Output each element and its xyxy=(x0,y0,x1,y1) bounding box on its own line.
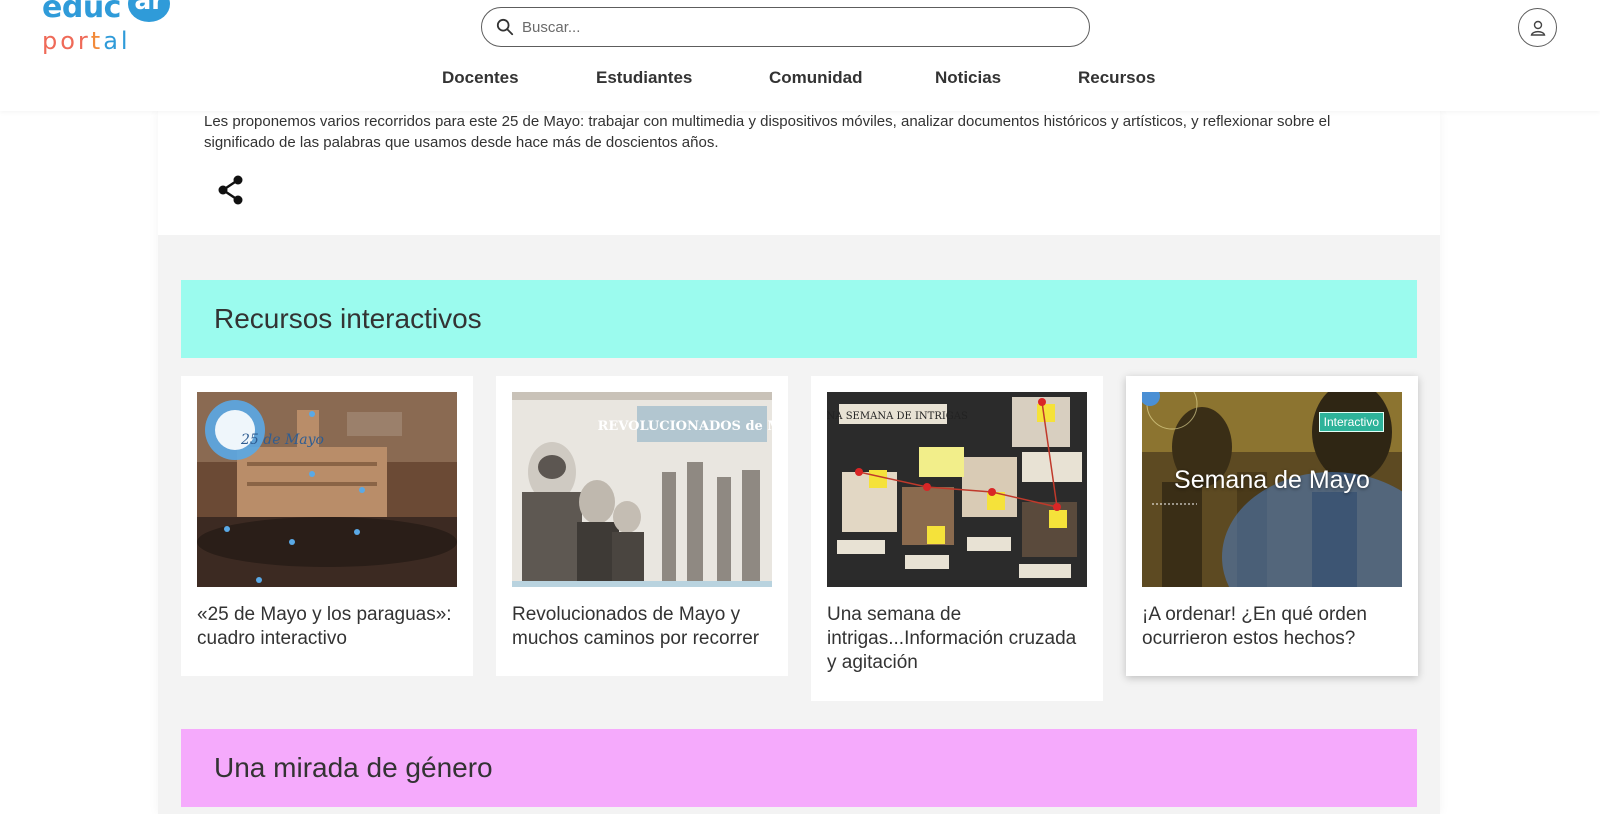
card-thumbnail[interactable]: 25 de Mayo xyxy=(197,392,457,587)
nav-item-noticias[interactable]: Noticias xyxy=(935,68,1001,88)
card-title[interactable]: Una semana de intrigas...Información cru… xyxy=(827,603,1089,675)
resource-card[interactable]: Interactivo Semana de Mayo ¡A ordenar! ¿… xyxy=(1126,376,1418,676)
card-title[interactable]: ¡A ordenar! ¿En qué orden ocurrieron est… xyxy=(1142,603,1404,651)
logo-word-portal: portal xyxy=(42,27,131,55)
intro-text: Les proponemos varios recorridos para es… xyxy=(204,113,1331,151)
revolucionados-illustration-image: REVOLUCIONADOS de Mayo xyxy=(512,392,772,587)
search-input[interactable] xyxy=(522,18,1062,36)
thumb-text: 25 de Mayo xyxy=(240,432,324,448)
section-title: Una mirada de género xyxy=(214,752,493,783)
educar-portal-logo[interactable]: educ ar portal xyxy=(42,0,172,58)
search-bar[interactable] xyxy=(481,7,1090,47)
thumb-text: REVOLUCIONADOS de Mayo xyxy=(598,419,772,434)
interactive-badge: Interactivo xyxy=(1318,412,1384,432)
cabildo-painting-image: 25 de Mayo xyxy=(197,392,457,587)
thumb-text: UNA SEMANA DE INTRIGAS xyxy=(827,411,968,422)
user-icon xyxy=(1530,20,1545,36)
logo-portal-part-c: al xyxy=(103,27,131,55)
nav-item-comunidad[interactable]: Comunidad xyxy=(769,68,863,88)
content-container: Les proponemos varios recorridos para es… xyxy=(158,111,1440,814)
search-icon xyxy=(496,18,514,36)
site-header: educ ar portal Docentes Estudiantes Comu… xyxy=(0,0,1600,111)
main-nav: Docentes Estudiantes Comunidad Noticias … xyxy=(0,68,1600,92)
logo-bubble-ar: ar xyxy=(128,0,170,22)
card-title[interactable]: «25 de Mayo y los paraguas»: cuadro inte… xyxy=(197,603,459,651)
section-header-recursos-interactivos: Recursos interactivos xyxy=(181,280,1417,358)
thumb-caption: Semana de Mayo xyxy=(1174,466,1370,494)
card-thumbnail[interactable]: REVOLUCIONADOS de Mayo xyxy=(512,392,772,587)
nav-item-estudiantes[interactable]: Estudiantes xyxy=(596,68,692,88)
card-thumbnail[interactable]: UNA SEMANA DE INTRIGAS xyxy=(827,392,1087,587)
resource-card[interactable]: REVOLUCIONADOS de Mayo Revolucionados de… xyxy=(496,376,788,676)
section-header-una-mirada-de-genero: Una mirada de género xyxy=(181,729,1417,807)
card-thumbnail[interactable]: Interactivo Semana de Mayo xyxy=(1142,392,1402,587)
card-title[interactable]: Revolucionados de Mayo y muchos caminos … xyxy=(512,603,774,651)
intrigas-board-image: UNA SEMANA DE INTRIGAS xyxy=(827,392,1087,587)
nav-item-docentes[interactable]: Docentes xyxy=(442,68,519,88)
logo-word-educ: educ xyxy=(42,0,121,25)
intro-block: Les proponemos varios recorridos para es… xyxy=(158,111,1440,235)
logo-portal-part-b: t xyxy=(90,27,104,55)
resource-card[interactable]: UNA SEMANA DE INTRIGAS Una semana de int… xyxy=(811,376,1103,701)
section-title: Recursos interactivos xyxy=(214,303,482,334)
resource-card[interactable]: 25 de Mayo «25 de Mayo y los paraguas»: … xyxy=(181,376,473,676)
logo-portal-part-a: por xyxy=(42,27,91,55)
share-button[interactable] xyxy=(216,174,246,206)
share-icon xyxy=(218,175,243,205)
nav-item-recursos[interactable]: Recursos xyxy=(1078,68,1155,88)
user-account-button[interactable] xyxy=(1518,8,1557,47)
